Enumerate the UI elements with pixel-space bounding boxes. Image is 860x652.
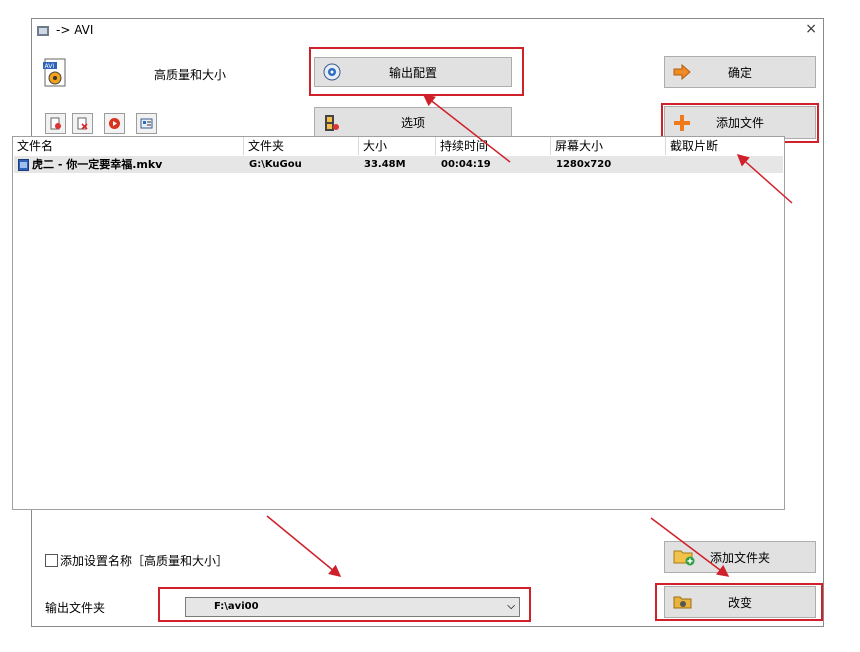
- info-card-icon: [140, 118, 153, 129]
- cell-size: 33.48M: [364, 159, 406, 170]
- add-folder-label: 添加文件夹: [709, 550, 770, 565]
- add-setting-name-label: 添加设置名称［高质量和大小］: [60, 554, 229, 568]
- cell-duration: 00:04:19: [441, 159, 491, 170]
- output-config-label: 输出配置: [388, 65, 437, 80]
- file-delete-icon: [77, 117, 88, 130]
- options-button[interactable]: 选项: [314, 107, 512, 138]
- cell-folder: G:\KuGou: [249, 159, 302, 170]
- close-icon[interactable]: ×: [805, 21, 817, 37]
- remove-file-button[interactable]: [72, 113, 93, 134]
- film-icon: [325, 114, 339, 131]
- column-header[interactable]: 大小: [359, 137, 436, 155]
- add-setting-name-checkbox[interactable]: [45, 554, 58, 567]
- output-config-button[interactable]: 输出配置: [314, 57, 512, 87]
- folder-open-icon: [673, 596, 692, 609]
- change-button[interactable]: 改变: [664, 586, 816, 618]
- file-list[interactable]: 文件名 文件夹 大小 持续时间 屏幕大小 截取片断 虎二 - 你一定要幸福.mk…: [12, 136, 785, 510]
- table-row[interactable]: 虎二 - 你一定要幸福.mkv G:\KuGou 33.48M 00:04:19…: [14, 156, 783, 173]
- file-move-icon: [50, 117, 61, 130]
- output-folder-label: 输出文件夹: [45, 601, 106, 615]
- output-folder-value: F:\avi00: [214, 601, 259, 612]
- gear-disc-icon: [323, 63, 341, 81]
- column-header[interactable]: 文件名: [13, 137, 244, 155]
- change-label: 改变: [727, 595, 752, 610]
- add-file-label: 添加文件: [715, 116, 764, 130]
- ok-label: 确定: [727, 65, 752, 80]
- add-file-button[interactable]: 添加文件: [664, 106, 816, 139]
- arrow-right-icon: [673, 64, 691, 80]
- cell-filename: 虎二 - 你一定要幸福.mkv: [32, 158, 163, 171]
- options-label: 选项: [400, 116, 425, 130]
- cell-screen-size: 1280x720: [556, 159, 612, 170]
- media-info-button[interactable]: [136, 113, 157, 134]
- column-header[interactable]: 屏幕大小: [551, 137, 666, 155]
- profile-label: 高质量和大小: [154, 68, 227, 82]
- chevron-down-icon[interactable]: ⌵: [507, 598, 515, 616]
- folder-add-icon: [673, 550, 695, 566]
- video-file-icon: [18, 159, 29, 171]
- play-button[interactable]: [104, 113, 125, 134]
- play-icon: [109, 118, 120, 129]
- column-header[interactable]: 截取片断: [666, 137, 784, 155]
- avi-file-icon: AVI: [43, 58, 66, 87]
- output-folder-select[interactable]: F:\avi00 ⌵: [185, 597, 520, 617]
- app-icon: [37, 26, 49, 36]
- column-header[interactable]: 持续时间: [436, 137, 551, 155]
- column-header[interactable]: 文件夹: [244, 137, 359, 155]
- window-title: -> AVI: [56, 23, 94, 37]
- title-bar: -> AVI ×: [32, 19, 823, 45]
- move-file-button[interactable]: [45, 113, 66, 134]
- add-folder-button[interactable]: 添加文件夹: [664, 541, 816, 573]
- svg-text:AVI: AVI: [45, 63, 55, 70]
- ok-button[interactable]: 确定: [664, 56, 816, 88]
- plus-icon: [674, 114, 690, 131]
